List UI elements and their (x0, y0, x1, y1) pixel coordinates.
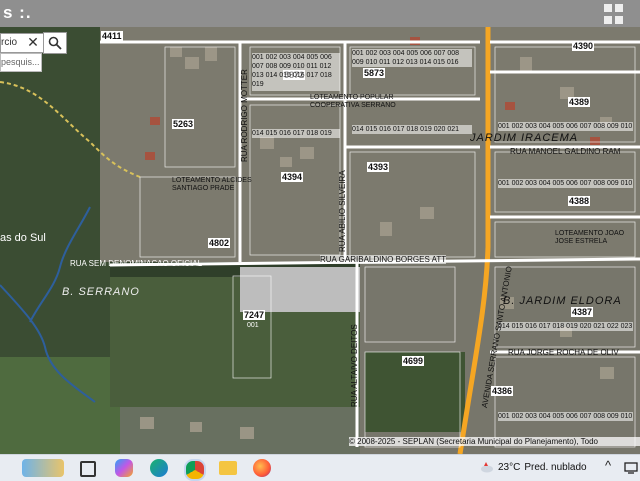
map-canvas[interactable] (0, 27, 640, 454)
search-suggestion[interactable]: pesquis... (0, 53, 42, 72)
file-explorer-icon[interactable] (219, 461, 237, 475)
subdivision-alcides: LOTEAMENTO ALCIDES SANTIAGO PRADE (172, 177, 252, 192)
lot-numbers: 014 015 016 017 018 019 020 021 022 023 … (352, 125, 472, 134)
parcel-4388[interactable]: 4388 (568, 196, 591, 206)
show-hidden-icons-chevron[interactable]: ^ (605, 458, 611, 473)
taskbar: 23°C Pred. nublado ^ (0, 454, 640, 481)
street-manoel-galdino: RUA MANOEL GALDINO RAM (510, 147, 621, 156)
weather-status: Pred. nublado (524, 461, 587, 473)
firefox-icon[interactable] (253, 459, 271, 477)
parcel-7247-sub: 001 (247, 322, 259, 329)
search-icon (48, 36, 62, 50)
weather-cloud-icon (481, 462, 493, 473)
street-altaivo-deitos: RUA ALTAIVO DEITOS (350, 324, 359, 407)
lot-numbers: 014 015 016 017 018 019 020 021 022 023 … (252, 129, 340, 138)
apps-grid-icon[interactable] (604, 4, 626, 24)
parcel-4387[interactable]: 4387 (571, 307, 594, 317)
neighborhood-jardim-iracema: JARDIM IRACEMA (470, 132, 579, 144)
search-input-value: rcio (1, 37, 18, 48)
parcel-4393[interactable]: 4393 (367, 162, 390, 172)
parcel-4411[interactable]: 4411 (101, 31, 123, 41)
task-view-icon[interactable] (80, 461, 96, 477)
subdivision-joao: LOTEAMENTO JOAO JOSE ESTRELA (555, 230, 625, 245)
lot-numbers: 014 015 016 017 018 019 020 021 022 023 … (498, 322, 633, 331)
chrome-icon[interactable] (184, 459, 206, 481)
street-sem-denominacao: RUA SEM DENOMINACAO OFICIAL (70, 259, 203, 268)
search-button[interactable] (43, 32, 67, 54)
lot-numbers: 001 002 003 004 005 006 007 008 009 010 … (498, 179, 633, 188)
map-view[interactable]: 4411 5872 5873 4390 4389 5263 4393 4394 … (0, 27, 640, 454)
parcel-7247[interactable]: 7247 (243, 310, 266, 320)
lot-numbers: 001 002 003 004 005 006 007 008 009 010 … (498, 122, 633, 131)
lot-numbers: 001 002 003 004 005 006 007 008 009 010 … (252, 53, 340, 91)
parcel-5873[interactable]: 5873 (363, 68, 386, 78)
parcel-5263[interactable]: 5263 (172, 119, 195, 129)
copilot-icon[interactable] (115, 459, 133, 477)
parcel-4802[interactable]: 4802 (208, 238, 231, 248)
clear-search-icon[interactable]: ✕ (25, 34, 41, 50)
app-title: s :. (3, 3, 32, 22)
street-jorge-rocha: RUA JORGE ROCHA DE OLIV (508, 348, 619, 357)
parcel-4699[interactable]: 4699 (402, 356, 425, 366)
app-title-bar: s :. (0, 0, 640, 27)
parcel-4386[interactable]: 4386 (491, 386, 514, 396)
weather-widget[interactable]: 23°C Pred. nublado (480, 460, 587, 474)
temperature: 23°C (498, 461, 521, 473)
neighborhood-jardim-eldorado: B. JARDIM ELDORA (503, 295, 622, 307)
widgets-icon[interactable] (22, 459, 64, 477)
parcel-4389[interactable]: 4389 (568, 97, 591, 107)
parcel-4394[interactable]: 4394 (281, 172, 304, 182)
neighborhood-serrano: B. SERRANO (62, 286, 140, 298)
street-garibaldino: RUA GARIBALDINO BORGES ATT (320, 255, 447, 264)
map-copyright: © 2008-2025 - SEPLAN (Secretaria Municip… (349, 437, 640, 446)
lot-numbers: 001 002 003 004 005 006 007 008 009 010 … (352, 49, 472, 67)
network-icon[interactable] (624, 460, 638, 474)
street-rodrigo-motter: RUA RODRIGO MOTTER (240, 69, 249, 162)
edge-icon[interactable] (150, 459, 168, 477)
street-abilio-silveira: RUA ABILIO SILVEIRA (338, 170, 347, 252)
subdivision-popular: LOTEAMENTO POPULAR COOPERATIVA SERRANO (310, 94, 396, 109)
lot-numbers: 001 002 003 004 005 006 007 008 009 010 … (498, 412, 633, 421)
parcel-4390[interactable]: 4390 (572, 41, 595, 51)
neighborhood-das-do-sul: as do Sul (0, 232, 46, 244)
